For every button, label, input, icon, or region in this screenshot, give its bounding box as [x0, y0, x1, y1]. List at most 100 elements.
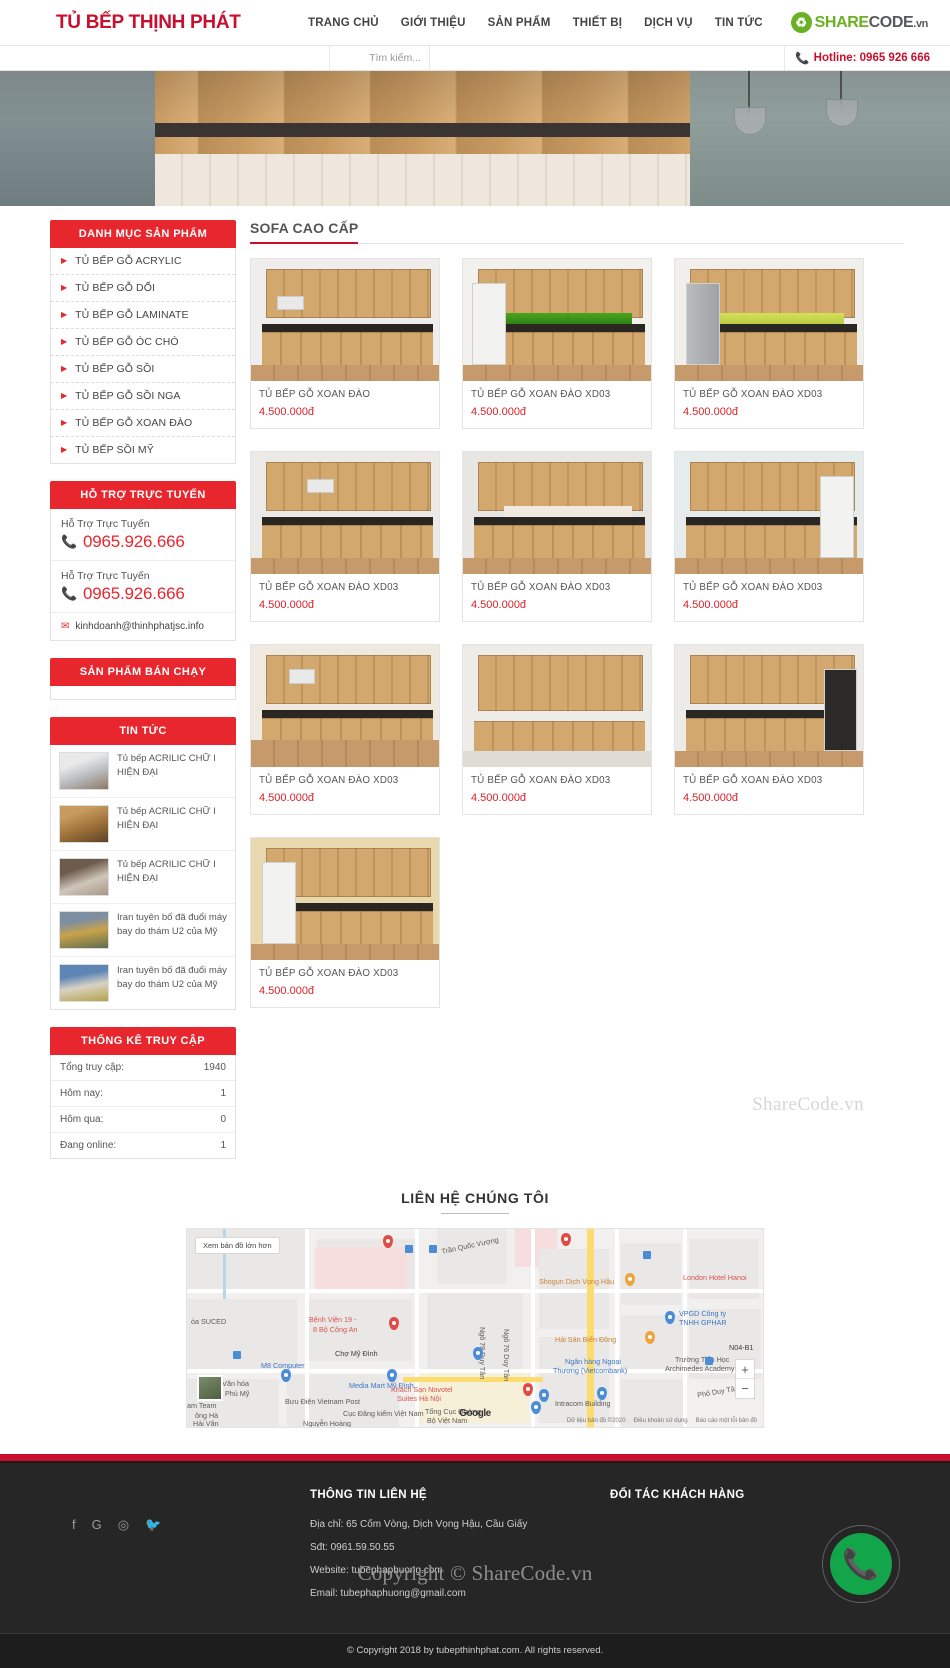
- google-map[interactable]: Xem bản đồ lớn hơn òa SUCED Bệnh Viện 19…: [186, 1228, 764, 1428]
- instagram-icon[interactable]: ◎: [118, 1517, 129, 1611]
- recycle-icon: ♻: [790, 12, 812, 33]
- list-item[interactable]: Tủ bếp ACRILIC CHỮ I HIỆN ĐẠI: [51, 851, 235, 904]
- nav-item-gioi-thieu[interactable]: GIỚI THIỆU: [401, 17, 466, 29]
- sharecode-watermark-main: ShareCode.vn: [752, 1094, 864, 1115]
- map-zoom-controls[interactable]: + −: [735, 1359, 755, 1399]
- sidebar-item-soi[interactable]: ▶ TỦ BẾP GỖ SỒI: [51, 356, 235, 383]
- sidebar-item-xoan-dao[interactable]: ▶ TỦ BẾP GỖ XOAN ĐÀO: [51, 410, 235, 437]
- footer-contact-heading: THÔNG TIN LIÊN HỆ: [310, 1489, 427, 1501]
- map-label: òa SUCED: [191, 1317, 227, 1326]
- map-transit-icon: [643, 1251, 651, 1259]
- product-image: [463, 645, 651, 767]
- map-label: Chợ Mỹ Đình: [335, 1349, 378, 1358]
- map-report-link[interactable]: Báo cáo một lỗi bản đồ: [696, 1418, 757, 1424]
- stat-label: Tổng truy cập:: [60, 1062, 124, 1073]
- bestseller-panel-title: SẢN PHẨM BÁN CHẠY: [50, 658, 236, 686]
- support-email-text: kinhdoanh@thinhphatjsc.info: [75, 621, 204, 632]
- support-phone-text: 0965.926.666: [83, 584, 185, 603]
- sidebar-item-soi-nga[interactable]: ▶ TỦ BẾP GỖ SỒI NGA: [51, 383, 235, 410]
- product-card[interactable]: TỦ BẾP GỖ XOAN ĐÀO 4.500.000đ: [250, 258, 440, 429]
- product-name: TỦ BẾP GỖ XOAN ĐÀO XD03: [259, 775, 399, 786]
- footer-accent-bar: [0, 1454, 950, 1461]
- footer-email[interactable]: Email: tubephaphuong@gmail.com: [310, 1588, 610, 1599]
- stat-label: Hôm qua:: [60, 1114, 104, 1125]
- product-card[interactable]: TỦ BẾP GỖ XOAN ĐÀO XD03 4.500.000đ: [250, 837, 440, 1008]
- map-pin-icon[interactable]: [561, 1233, 571, 1246]
- product-card[interactable]: TỦ BẾP GỖ XOAN ĐÀO XD03 4.500.000đ: [462, 451, 652, 622]
- nav-item-thiet-bi[interactable]: THIẾT BỊ: [573, 17, 623, 29]
- site-logo[interactable]: TỦ BẾP THỊNH PHÁT: [18, 12, 308, 34]
- product-card[interactable]: TỦ BẾP GỖ XOAN ĐÀO XD03 4.500.000đ: [250, 451, 440, 622]
- product-price: 4.500.000đ: [259, 406, 315, 418]
- list-item[interactable]: Tủ bếp ACRILIC CHỮ I HIỆN ĐẠI: [51, 745, 235, 798]
- news-item-title: Tủ bếp ACRILIC CHỮ I HIỆN ĐẠI: [117, 859, 216, 884]
- site-footer: f G ◎ 🐦 THÔNG TIN LIÊN HỆ Địa chỉ: 65 Cố…: [0, 1461, 950, 1668]
- support-label: Hỗ Trợ Trực Tuyến: [61, 570, 150, 582]
- sidebar-item-doi[interactable]: ▶ TỦ BẾP GỖ DỔI: [51, 275, 235, 302]
- map-terms-link[interactable]: Điều khoản sử dụng: [634, 1418, 688, 1424]
- support-phone-link[interactable]: 📞 0965.926.666: [61, 584, 225, 604]
- list-item[interactable]: Iran tuyên bố đã đuổi máy bay do thám U2…: [51, 957, 235, 1009]
- floating-call-button[interactable]: 📞: [822, 1525, 900, 1603]
- product-card[interactable]: TỦ BẾP GỖ XOAN ĐÀO XD03 4.500.000đ: [462, 258, 652, 429]
- zoom-out-button[interactable]: −: [736, 1379, 754, 1398]
- nav-item-tin-tuc[interactable]: TIN TỨC: [715, 17, 763, 29]
- map-transit-icon: [233, 1351, 241, 1359]
- sidebar-item-laminate[interactable]: ▶ TỦ BẾP GỖ LAMINATE: [51, 302, 235, 329]
- sidebar-item-soi-my[interactable]: ▶ TỦ BẾP SỒI MỸ: [51, 437, 235, 463]
- expand-map-button[interactable]: Xem bản đồ lớn hơn: [195, 1237, 280, 1254]
- sidebar-item-acrylic[interactable]: ▶ TỦ BẾP GỖ ACRYLIC: [51, 248, 235, 275]
- sidebar-item-label: TỦ BẾP GỖ SỒI: [75, 363, 155, 375]
- product-price: 4.500.000đ: [259, 792, 315, 804]
- sidebar-item-oc-cho[interactable]: ▶ TỦ BẾP GỖ ÓC CHÓ: [51, 329, 235, 356]
- facebook-icon[interactable]: f: [72, 1517, 76, 1611]
- map-street-view-thumbnail[interactable]: [197, 1375, 223, 1401]
- product-image: [251, 259, 439, 381]
- product-card[interactable]: TỦ BẾP GỖ XOAN ĐÀO XD03 4.500.000đ: [674, 258, 864, 429]
- product-card[interactable]: TỦ BẾP GỖ XOAN ĐÀO XD03 4.500.000đ: [462, 644, 652, 815]
- nav-item-san-pham[interactable]: SẢN PHẨM: [488, 17, 551, 29]
- search-row-spacer: [430, 46, 786, 70]
- hero-banner: [0, 71, 950, 206]
- chevron-right-icon: ▶: [61, 364, 68, 373]
- nav-item-trang-chu[interactable]: TRANG CHỦ: [308, 17, 379, 29]
- chevron-right-icon: ▶: [61, 337, 68, 346]
- hotline-block[interactable]: 📞 Hotline: 0965 926 666: [785, 46, 950, 70]
- stat-label: Đang online:: [60, 1140, 117, 1151]
- google-icon[interactable]: G: [92, 1517, 102, 1611]
- product-name: TỦ BẾP GỖ XOAN ĐÀO XD03: [259, 582, 399, 593]
- bestseller-panel-body: [50, 686, 236, 700]
- map-label: Thương (Vietcombank): [553, 1366, 628, 1375]
- product-price: 4.500.000đ: [683, 406, 739, 418]
- product-image: [251, 645, 439, 767]
- main-content: SOFA CAO CẤP TỦ BẾP GỖ XOAN ĐÀO 4.500.00…: [250, 220, 904, 1008]
- news-item-title: Tủ bếp ACRILIC CHỮ I HIỆN ĐẠI: [117, 806, 216, 831]
- map-label: VPGD Công ty: [679, 1309, 727, 1318]
- support-email-link[interactable]: ✉ kinhdoanh@thinhphatjsc.info: [51, 613, 235, 640]
- list-item[interactable]: Iran tuyên bố đã đuổi máy bay do thám U2…: [51, 904, 235, 957]
- footer-partner-heading: ĐỐI TÁC KHÁCH HÀNG: [610, 1489, 745, 1501]
- product-name: TỦ BẾP GỖ XOAN ĐÀO XD03: [683, 775, 823, 786]
- product-name: TỦ BẾP GỖ XOAN ĐÀO XD03: [471, 775, 611, 786]
- product-card[interactable]: TỦ BẾP GỖ XOAN ĐÀO XD03 4.500.000đ: [250, 644, 440, 815]
- map-data-credit: Dữ liệu bản đồ ©2020: [566, 1418, 626, 1424]
- stat-value: 1: [220, 1140, 226, 1151]
- product-price: 4.500.000đ: [683, 599, 739, 611]
- product-name: TỦ BẾP GỖ XOAN ĐÀO XD03: [259, 968, 399, 979]
- sidebar-item-label: TỦ BẾP GỖ LAMINATE: [75, 309, 189, 321]
- product-card[interactable]: TỦ BẾP GỖ XOAN ĐÀO XD03 4.500.000đ: [674, 451, 864, 622]
- search-input[interactable]: Tìm kiếm...: [330, 46, 430, 70]
- stats-panel: THỐNG KÊ TRUY CẬP Tổng truy cập: 1940 Hô…: [50, 1027, 236, 1159]
- support-phone-link[interactable]: 📞 0965.926.666: [61, 532, 225, 552]
- nav-item-dich-vu[interactable]: DỊCH VỤ: [644, 17, 693, 29]
- twitter-icon[interactable]: 🐦: [145, 1517, 161, 1611]
- page-title: SOFA CAO CẤP: [250, 220, 904, 244]
- product-price: 4.500.000đ: [683, 792, 739, 804]
- map-label: Phố Duy Tân: [696, 1383, 740, 1400]
- map-label: Hải Vân: [193, 1419, 219, 1428]
- stat-value: 1940: [203, 1062, 226, 1073]
- list-item[interactable]: Tủ bếp ACRILIC CHỮ I HIỆN ĐẠI: [51, 798, 235, 851]
- category-panel: DANH MỤC SẢN PHẨM ▶ TỦ BẾP GỖ ACRYLIC ▶ …: [50, 220, 236, 464]
- product-card[interactable]: TỦ BẾP GỖ XOAN ĐÀO XD03 4.500.000đ: [674, 644, 864, 815]
- zoom-in-button[interactable]: +: [736, 1360, 754, 1379]
